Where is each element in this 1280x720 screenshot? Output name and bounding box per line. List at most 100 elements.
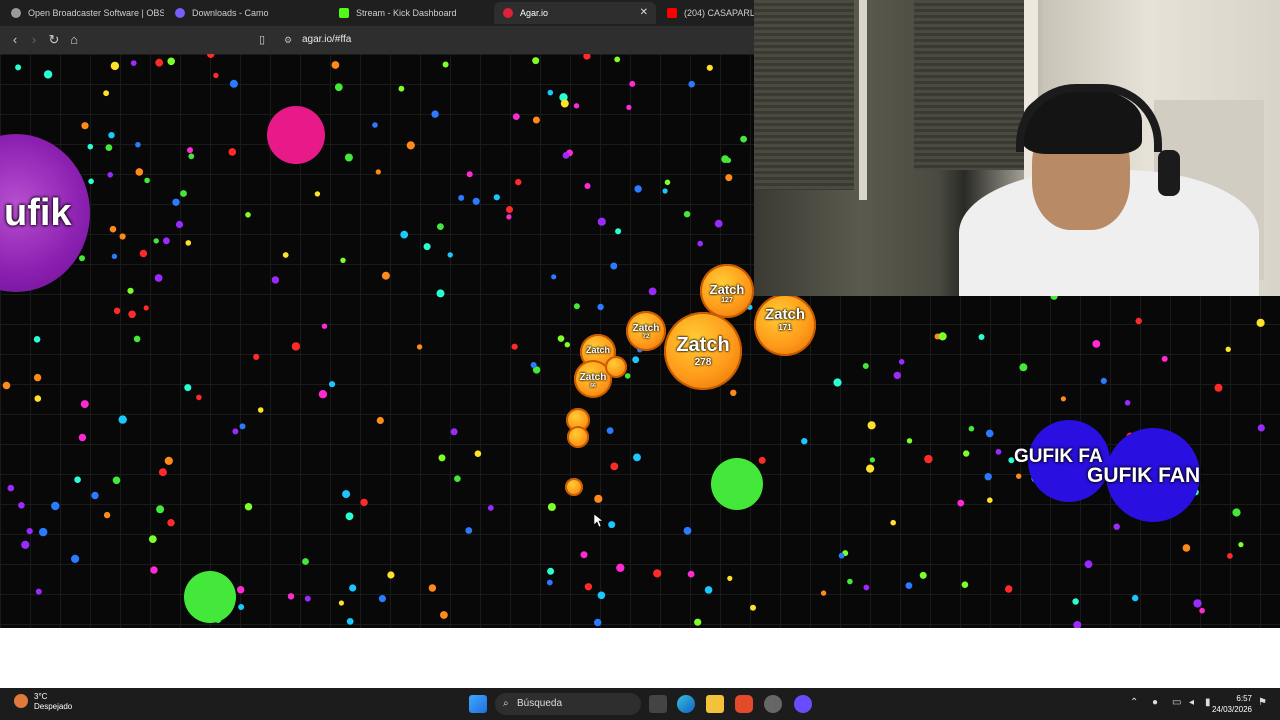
food-pellet (906, 438, 913, 444)
food-pellet (597, 217, 606, 226)
food-pellet (629, 80, 636, 87)
food-pellet (616, 563, 625, 572)
green-cell (711, 458, 763, 510)
food-pellet (338, 600, 344, 606)
taskbar-search[interactable]: ⌕ Búsqueda (495, 693, 641, 715)
food-pellet (1161, 355, 1168, 362)
food-pellet (112, 476, 121, 485)
food-pellet (1232, 508, 1241, 517)
volume-icon[interactable]: ◂ (1189, 697, 1194, 708)
forward-icon[interactable]: › (25, 31, 43, 49)
food-pellet (594, 494, 603, 503)
food-pellet (172, 198, 180, 206)
food-pellet (898, 359, 905, 365)
player-cell (565, 478, 583, 496)
edge-icon[interactable] (677, 695, 695, 713)
tab-label: Stream - Kick Dashboard (356, 8, 457, 18)
system-clock[interactable]: 6:57 24/03/2026 (1212, 693, 1252, 715)
window-blind (754, 0, 854, 190)
tab-youtube[interactable]: (204) CASAPARLA (658, 2, 754, 24)
food-pellet (80, 400, 89, 409)
weather-desc: Despejado (34, 702, 73, 711)
tab-camo[interactable]: Downloads - Camo (166, 2, 328, 24)
food-pellet (511, 343, 518, 350)
food-pellet (1256, 318, 1265, 327)
food-pellet (697, 240, 703, 247)
headset-earcup (1158, 150, 1180, 196)
food-pellet (167, 57, 175, 66)
food-pellet (175, 220, 184, 229)
food-pellet (237, 586, 245, 594)
battery-icon[interactable]: ▮ (1205, 697, 1211, 708)
obs-taskbar-icon[interactable] (764, 695, 782, 713)
food-pellet (440, 611, 448, 619)
food-pellet (150, 566, 158, 574)
food-pellet (963, 450, 970, 457)
tab-label: Downloads - Camo (192, 8, 269, 18)
food-pellet (180, 190, 187, 197)
food-pellet (51, 501, 60, 511)
food-pellet (867, 421, 876, 430)
enemy-cell (267, 106, 325, 164)
food-pellet (632, 356, 640, 364)
food-pellet (919, 571, 927, 579)
food-pellet (155, 58, 164, 67)
food-pellet (91, 491, 99, 500)
file-explorer-icon[interactable] (706, 695, 724, 713)
windows-start-icon[interactable] (469, 695, 487, 713)
site-info-icon[interactable]: ⚙ (284, 30, 292, 50)
brave-icon[interactable] (735, 695, 753, 713)
food-pellet (400, 230, 409, 239)
window-frame (859, 0, 867, 200)
food-pellet (271, 276, 280, 284)
food-pellet (961, 581, 969, 588)
reload-icon[interactable]: ↻ (45, 31, 63, 49)
search-icon: ⌕ (503, 698, 509, 709)
chevron-up-icon[interactable]: ⌃ (1130, 697, 1138, 708)
tab-label: (204) CASAPARLA (684, 8, 754, 18)
food-pellet (442, 61, 449, 68)
food-pellet (610, 462, 619, 471)
food-pellet (158, 468, 167, 477)
food-pellet (727, 575, 733, 582)
tab-label: Open Broadcaster Software | OBS (28, 8, 164, 18)
back-icon[interactable]: ‹ (6, 31, 24, 49)
notification-icon[interactable]: ⚑ (1258, 697, 1267, 708)
kick-icon (339, 8, 349, 18)
food-pellet (39, 527, 48, 537)
food-pellet (7, 484, 15, 492)
food-pellet (135, 168, 144, 176)
food-pellet (512, 113, 520, 120)
food-pellet (905, 582, 913, 589)
task-view-icon[interactable] (649, 695, 667, 713)
food-pellet (2, 381, 11, 390)
food-pellet (1073, 621, 1082, 628)
food-pellet (438, 454, 446, 462)
tab-kick[interactable]: Stream - Kick Dashboard (330, 2, 492, 24)
food-pellet (633, 453, 641, 462)
bookmark-icon[interactable]: ▯ (253, 31, 271, 49)
food-pellet (1092, 340, 1101, 348)
camo-taskbar-icon[interactable] (794, 695, 812, 713)
tab-agario[interactable]: Agar.io ✕ (494, 2, 656, 24)
food-pellet (78, 433, 87, 442)
address-bar[interactable]: ⚙ agar.io/#ffa (276, 30, 746, 50)
food-pellet (346, 618, 354, 625)
close-tab-icon[interactable]: ✕ (640, 2, 648, 24)
microphone-icon[interactable]: ● (1152, 697, 1158, 708)
food-pellet (893, 371, 901, 380)
webcam-overlay (754, 0, 1280, 296)
network-icon[interactable]: ▭ (1172, 697, 1181, 708)
weather-widget[interactable]: 3°C Despejado (12, 692, 72, 712)
food-pellet (1124, 400, 1131, 406)
home-icon[interactable]: ⌂ (65, 31, 83, 49)
food-pellet (530, 362, 537, 368)
food-pellet (185, 240, 192, 246)
clock-date: 24/03/2026 (1211, 705, 1252, 714)
food-pellet (103, 511, 111, 519)
tab-obs[interactable]: Open Broadcaster Software | OBS (2, 2, 164, 24)
food-pellet (302, 558, 309, 565)
food-pellet (978, 334, 985, 340)
food-pellet (110, 61, 120, 71)
food-pellet (331, 61, 340, 69)
